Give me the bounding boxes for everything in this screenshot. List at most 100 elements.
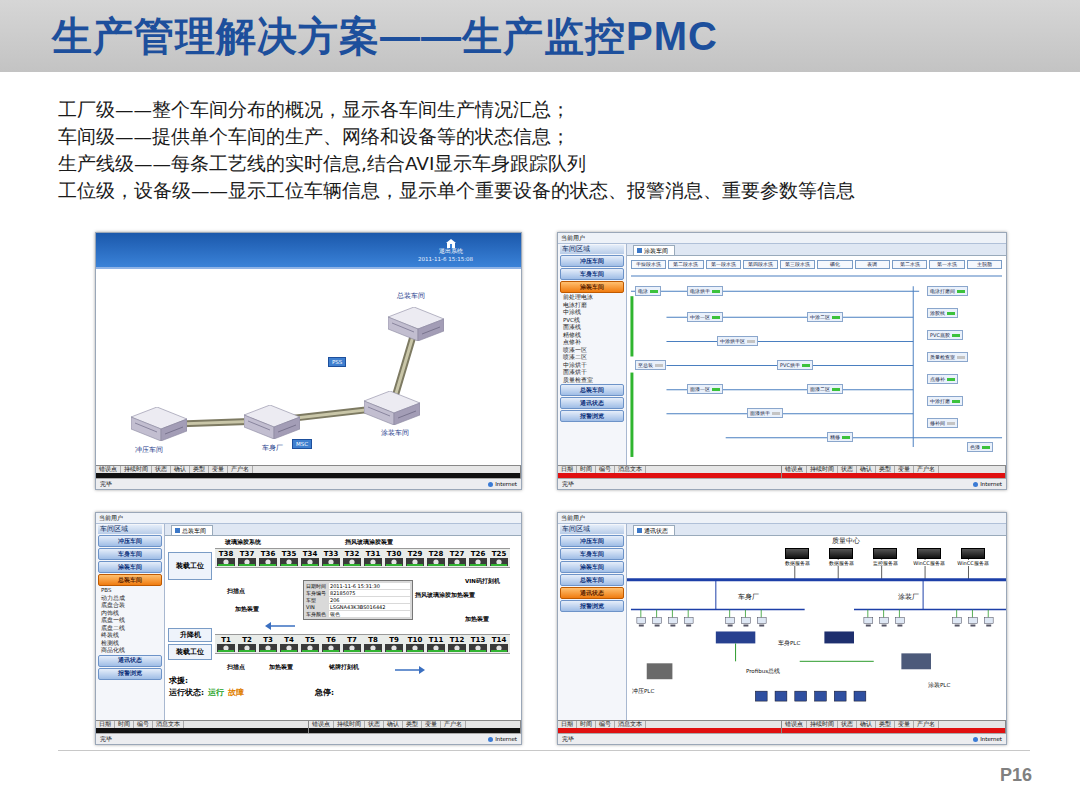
sidebar-button[interactable]: 冲压车间	[560, 255, 624, 267]
station[interactable]: T14	[489, 636, 509, 652]
station[interactable]: T29	[405, 550, 425, 566]
sidebar-item[interactable]: 喷漆二区	[560, 354, 624, 361]
station[interactable]: T1	[216, 636, 236, 652]
sidebar-button[interactable]: 涂装车间	[98, 561, 162, 573]
station[interactable]: T5	[300, 636, 320, 652]
station[interactable]: T6	[321, 636, 341, 652]
process-node[interactable]: 色漆	[967, 442, 993, 452]
server-node[interactable]: 监控服务器	[865, 548, 905, 566]
sidebar-item[interactable]: PBS	[98, 587, 162, 594]
sidebar-button[interactable]: 总装车间	[98, 574, 162, 586]
process-step[interactable]: 磷化	[817, 260, 852, 269]
side-box[interactable]: 装载工位	[168, 644, 212, 660]
sidebar-button[interactable]: 冲压车间	[98, 535, 162, 547]
process-step[interactable]: 第二段水洗	[668, 260, 703, 269]
sidebar-item[interactable]: 点修补	[560, 339, 624, 346]
sidebar-item[interactable]: PVC线	[560, 317, 624, 324]
side-box[interactable]: 装载工位	[168, 552, 212, 580]
process-node[interactable]: 电泳打磨间	[927, 286, 968, 296]
tab[interactable]: 总装车间	[171, 525, 213, 535]
station[interactable]: T34	[300, 550, 320, 566]
station-tag[interactable]: MSC	[292, 439, 312, 449]
sidebar-item[interactable]: 底盘一线	[98, 617, 162, 624]
process-node[interactable]: 点修补	[927, 374, 958, 384]
sidebar-button[interactable]: 涂装车间	[560, 281, 624, 293]
station[interactable]: T4	[279, 636, 299, 652]
sidebar-item[interactable]: 电泳打磨	[560, 302, 624, 309]
sidebar-item[interactable]: 检测线	[98, 640, 162, 647]
sidebar-item[interactable]: 中涂线	[560, 309, 624, 316]
station[interactable]: T27	[447, 550, 467, 566]
station[interactable]: T12	[447, 636, 467, 652]
workshop-building[interactable]	[364, 391, 420, 425]
sidebar-item[interactable]: 底盘合装	[98, 602, 162, 609]
sidebar-button[interactable]: 报警浏览	[560, 410, 624, 422]
side-box[interactable]: 升降机	[168, 628, 212, 642]
sidebar-item[interactable]: 中涂烘干	[560, 362, 624, 369]
sidebar-button[interactable]: 通讯状态	[560, 587, 624, 599]
process-node[interactable]: 精修	[827, 432, 853, 442]
station[interactable]: T13	[468, 636, 488, 652]
tab[interactable]: 通讯状态	[633, 525, 675, 535]
sidebar-item[interactable]: 前处理电泳	[560, 294, 624, 301]
sidebar-item[interactable]: 动力总成	[98, 595, 162, 602]
sidebar-button[interactable]: 通讯状态	[560, 397, 624, 409]
server-node[interactable]: WinCC服务器	[953, 548, 993, 566]
process-step[interactable]: 第一水洗	[929, 260, 964, 269]
sidebar-item[interactable]: 面漆线	[560, 324, 624, 331]
process-node[interactable]: PVC底胶	[927, 330, 963, 340]
process-step[interactable]: 第四段水洗	[743, 260, 778, 269]
station[interactable]: T36	[258, 550, 278, 566]
sidebar-button[interactable]: 总装车间	[560, 384, 624, 396]
station[interactable]: T32	[342, 550, 362, 566]
station[interactable]: T31	[363, 550, 383, 566]
process-node[interactable]: 至总装	[635, 360, 666, 370]
station[interactable]: T10	[405, 636, 425, 652]
station[interactable]: T9	[384, 636, 404, 652]
station[interactable]: T30	[384, 550, 404, 566]
station[interactable]: T8	[363, 636, 383, 652]
process-node[interactable]: 面漆一区	[687, 384, 723, 394]
sidebar-button[interactable]: 车身车间	[560, 268, 624, 280]
station[interactable]: T7	[342, 636, 362, 652]
sidebar-item[interactable]: 商品化线	[98, 647, 162, 654]
process-node[interactable]: 质量检查室	[927, 352, 968, 362]
sidebar-button[interactable]: 通讯状态	[98, 655, 162, 667]
process-node[interactable]: 面漆烘干	[747, 408, 783, 418]
sidebar-button[interactable]: 车身车间	[560, 548, 624, 560]
sidebar-button[interactable]: 报警浏览	[98, 668, 162, 680]
workshop-building[interactable]	[388, 307, 444, 341]
exit-button[interactable]: 退出系统	[439, 239, 463, 255]
sidebar-item[interactable]: 底盘二线	[98, 625, 162, 632]
station[interactable]: T37	[237, 550, 257, 566]
sidebar-item[interactable]: 质量检查室	[560, 377, 624, 384]
server-node[interactable]: 数据服务器	[777, 548, 817, 566]
sidebar-button[interactable]: 涂装车间	[560, 561, 624, 573]
process-node[interactable]: 中涂一区	[687, 312, 723, 322]
process-step[interactable]: 第三段水洗	[780, 260, 815, 269]
sidebar-item[interactable]: 面漆烘干	[560, 369, 624, 376]
workshop-building[interactable]	[131, 407, 187, 441]
server-node[interactable]: WinCC服务器	[909, 548, 949, 566]
sidebar-button[interactable]: 报警浏览	[560, 600, 624, 612]
process-node[interactable]: 面漆二区	[807, 384, 843, 394]
workshop-building[interactable]	[244, 405, 300, 439]
process-step[interactable]: 第二水洗	[892, 260, 927, 269]
process-step[interactable]: 主脱脂	[967, 260, 1002, 269]
station[interactable]: T11	[426, 636, 446, 652]
sidebar-item[interactable]: 精修线	[560, 332, 624, 339]
station[interactable]: T3	[258, 636, 278, 652]
station[interactable]: T38	[216, 550, 236, 566]
sidebar-button[interactable]: 冲压车间	[560, 535, 624, 547]
process-node[interactable]: 中涂烘干区	[717, 336, 758, 346]
server-node[interactable]: 数据服务器	[821, 548, 861, 566]
station-tag[interactable]: PSS	[328, 357, 346, 367]
station[interactable]: T35	[279, 550, 299, 566]
station[interactable]: T33	[321, 550, 341, 566]
process-node[interactable]: 中涂二区	[807, 312, 843, 322]
tab[interactable]: 涂装车间	[633, 245, 675, 255]
sidebar-button[interactable]: 总装车间	[560, 574, 624, 586]
process-node[interactable]: PVC烘干	[777, 360, 813, 370]
sidebar-item[interactable]: 喷漆一区	[560, 347, 624, 354]
process-node[interactable]: 中涂打磨	[927, 396, 963, 406]
